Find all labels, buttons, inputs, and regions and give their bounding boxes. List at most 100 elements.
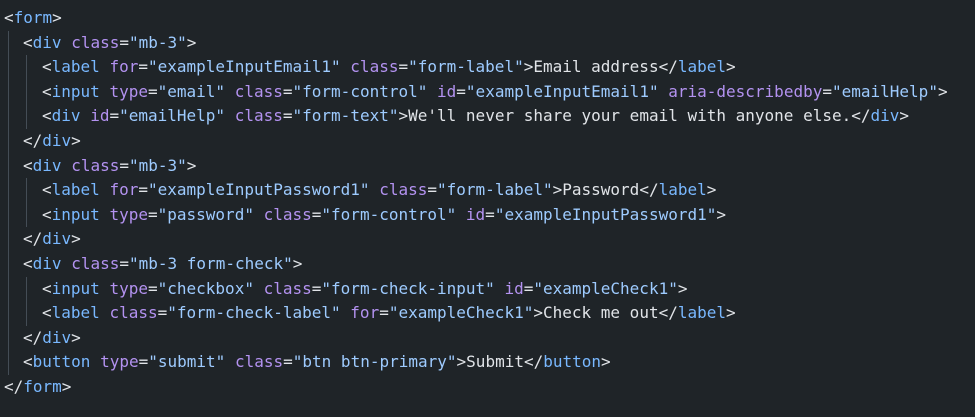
attribute-value: "btn btn-primary" — [292, 352, 457, 372]
code-line-6: </div> — [0, 128, 975, 154]
closing-tag-name: label — [658, 180, 707, 200]
code-line-12: <input type="checkbox" class="form-check… — [0, 276, 975, 302]
code-line-11: <div class="mb-3 form-check"> — [0, 251, 975, 277]
code-line-10: </div> — [0, 227, 975, 252]
attribute-name: class — [109, 303, 158, 323]
indent-guide — [8, 128, 9, 154]
indent-guide — [26, 55, 27, 80]
attribute-value: "mb-3" — [129, 32, 187, 52]
attribute-name: id — [90, 106, 110, 126]
attribute-value: "form-check-input" — [321, 278, 495, 298]
closing-tag-name: div — [42, 130, 72, 150]
text-content: Email address — [533, 57, 659, 77]
indent-guide — [8, 30, 9, 56]
attribute-value: "emailHelp" — [119, 106, 226, 126]
attribute-value: "form-label" — [437, 180, 553, 200]
code-line-4: <input type="email" class="form-control"… — [0, 79, 975, 105]
closing-tag-name: label — [677, 303, 727, 323]
attribute-name: class — [234, 81, 283, 101]
indent-guide — [26, 79, 27, 105]
attribute-name: type — [100, 352, 139, 372]
tag-name: input — [51, 81, 100, 101]
attribute-value: "exampleInputEmail1" — [148, 57, 341, 77]
attribute-name: id — [437, 81, 457, 101]
attribute-name: class — [71, 253, 120, 273]
indent-guide — [8, 276, 9, 302]
attribute-value: "email" — [157, 81, 226, 101]
attribute-value: "form-check-label" — [167, 303, 341, 323]
attribute-value: "exampleInputEmail1" — [465, 81, 659, 101]
attribute-value: "mb-3" — [129, 155, 187, 175]
attribute-name: for — [109, 180, 139, 200]
closing-tag-name: form — [23, 376, 62, 396]
attribute-name: id — [504, 278, 524, 298]
attribute-name: for — [109, 57, 139, 77]
tag-name: input — [51, 204, 100, 224]
attribute-value: "submit" — [148, 352, 226, 372]
indent-guide — [8, 325, 9, 351]
code-line-14: </div> — [0, 325, 975, 351]
indent-guide — [26, 178, 27, 203]
text-content: We'll never share your email with anyone… — [408, 106, 852, 126]
tag-name: div — [32, 32, 62, 52]
attribute-name: aria-describedby — [668, 81, 823, 101]
attribute-name: class — [263, 204, 312, 224]
indent-guide — [8, 55, 9, 80]
attribute-name: class — [71, 32, 120, 52]
tag-name: form — [13, 8, 53, 27]
code-line-7: <div class="mb-3"> — [0, 153, 975, 179]
attribute-value: "exampleCheck1" — [388, 303, 534, 323]
attribute-value: "exampleInputPassword1" — [494, 204, 717, 224]
indent-guide — [8, 178, 9, 203]
attribute-value: "mb-3 form-check" — [129, 253, 293, 273]
attribute-name: id — [465, 204, 486, 224]
attribute-value: "form-text" — [292, 106, 399, 126]
code-line-16: </form> — [4, 376, 72, 396]
tag-name: div — [51, 106, 81, 126]
attribute-value: "form-control" — [321, 204, 457, 224]
code-line-13: <label class="form-check-label" for="exa… — [0, 301, 975, 326]
attribute-name: class — [350, 57, 399, 77]
attribute-name: type — [109, 81, 148, 101]
attribute-name: class — [263, 278, 312, 298]
indent-guide — [8, 251, 9, 277]
indent-guide — [8, 153, 9, 179]
indent-guide — [26, 104, 27, 129]
attribute-value: "checkbox" — [157, 278, 254, 298]
indent-guide — [8, 202, 9, 228]
attribute-value: "emailHelp" — [831, 81, 938, 101]
attribute-name: type — [109, 204, 148, 224]
attribute-name: class — [234, 352, 284, 372]
attribute-value: "exampleInputPassword1" — [148, 180, 370, 200]
attribute-name: type — [109, 278, 148, 298]
tag-name: div — [32, 253, 62, 273]
indent-guide — [8, 104, 9, 129]
attribute-value: "form-label" — [408, 57, 524, 77]
indent-guide — [26, 301, 27, 326]
code-line-15: <button type="submit" class="btn btn-pri… — [0, 350, 975, 375]
attribute-name: class — [71, 155, 120, 175]
indent-guide — [26, 276, 27, 302]
indent-guide — [8, 227, 9, 252]
code-line-3: <label for="exampleInputEmail1" class="f… — [0, 55, 975, 80]
tag-name: label — [51, 303, 100, 323]
code-editor[interactable]: <form> <div class="mb-3"> <label for="ex… — [0, 0, 975, 417]
attribute-value: "exampleCheck1" — [533, 278, 678, 298]
indent-guide — [8, 79, 9, 105]
attribute-name: class — [379, 180, 428, 200]
code-line-5: <div id="emailHelp" class="form-text">We… — [0, 104, 975, 129]
attribute-value: "form-control" — [292, 81, 428, 101]
attribute-name: class — [234, 106, 283, 126]
code-line-8: <label for="exampleInputPassword1" class… — [0, 178, 975, 203]
tag-name: div — [32, 155, 62, 175]
closing-tag-name: div — [42, 327, 72, 347]
text-content: Submit — [466, 352, 524, 372]
indent-guide — [8, 350, 9, 375]
tag-name: label — [51, 57, 100, 77]
attribute-name: for — [350, 303, 380, 323]
text-content: Password — [562, 180, 640, 200]
text-content: Check me out — [542, 303, 659, 323]
tag-name: button — [32, 352, 91, 372]
closing-tag-name: div — [42, 229, 72, 249]
code-line-1: <form> — [4, 8, 62, 27]
